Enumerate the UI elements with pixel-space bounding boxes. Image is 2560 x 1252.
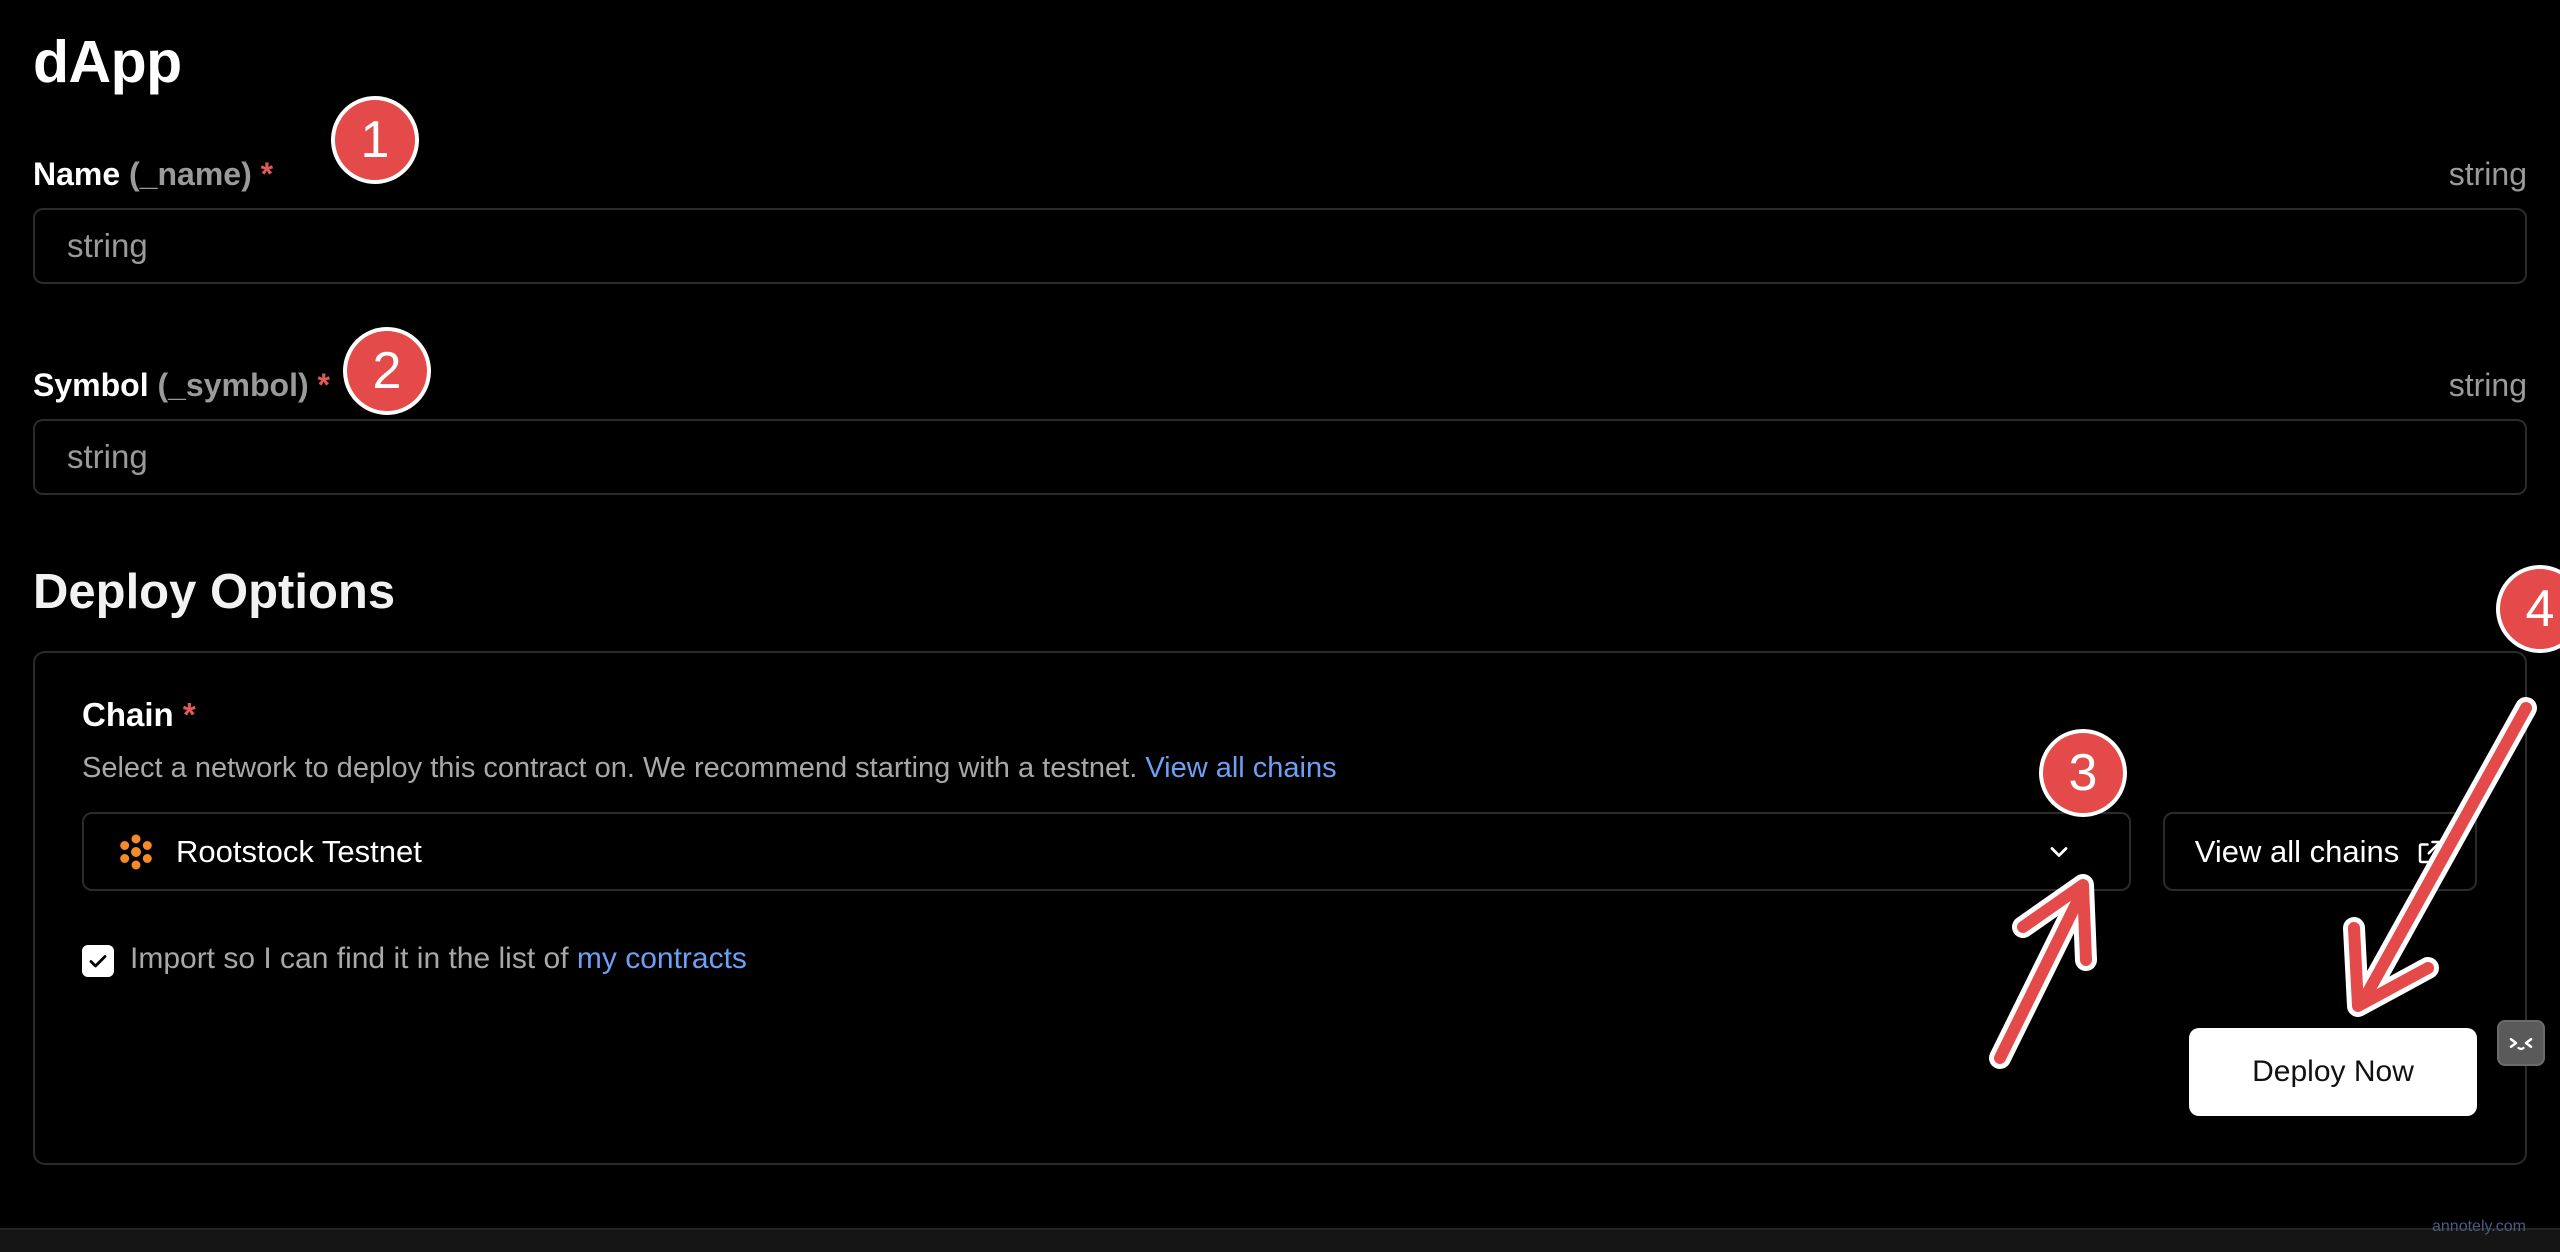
footer-bar <box>0 1228 2560 1252</box>
symbol-type-label: string <box>2448 367 2527 403</box>
widget-face-icon <box>2509 1038 2533 1051</box>
deploy-options-heading: Deploy Options <box>33 565 396 619</box>
watermark: annotely.com <box>2432 1218 2526 1235</box>
annotation-badge-3: 3 <box>2039 729 2127 817</box>
chain-description: Select a network to deploy this contract… <box>82 752 1337 785</box>
checkmark-icon <box>89 955 107 968</box>
symbol-field-label: Symbol (_symbol) * <box>33 367 330 404</box>
my-contracts-link[interactable]: my contracts <box>577 942 747 975</box>
chain-select[interactable]: Rootstock Testnet <box>82 812 2131 891</box>
chevron-down-icon[interactable] <box>2045 838 2073 866</box>
import-checkbox-label: Import so I can find it in the list of m… <box>130 942 747 976</box>
deploy-now-button[interactable]: Deploy Now <box>2189 1028 2477 1116</box>
selected-chain-name: Rootstock Testnet <box>176 833 422 869</box>
symbol-param-text: (_symbol) <box>157 367 309 403</box>
rootstock-icon <box>120 834 152 869</box>
deploy-options-card <box>33 651 2527 1165</box>
import-checkbox-text: Import so I can find it in the list of <box>130 942 569 975</box>
symbol-input[interactable] <box>33 419 2527 495</box>
view-all-chains-button-label: View all chains <box>2194 833 2400 869</box>
feedback-widget-icon[interactable] <box>2497 1020 2545 1066</box>
annotation-badge-2: 2 <box>343 327 431 415</box>
external-link-icon <box>2418 840 2442 863</box>
chain-description-text: Select a network to deploy this contract… <box>82 752 1138 784</box>
chain-label-text: Chain <box>82 696 174 733</box>
view-all-chains-link[interactable]: View all chains <box>1145 752 1336 784</box>
annotation-badge-1: 1 <box>331 96 419 184</box>
name-type-label: string <box>2448 156 2527 192</box>
name-param-text: (_name) <box>129 156 252 192</box>
name-label-text: Name <box>33 156 121 192</box>
symbol-required-mark: * <box>317 367 330 403</box>
page-title: dApp <box>33 29 182 95</box>
name-input[interactable] <box>33 208 2527 284</box>
view-all-chains-button[interactable]: View all chains <box>2163 812 2477 891</box>
chain-label: Chain * <box>82 696 196 734</box>
page: dApp Name (_name) * string Symbol (_symb… <box>0 0 2560 1252</box>
name-required-mark: * <box>260 156 274 192</box>
chain-required-mark: * <box>182 696 196 733</box>
annotation-badge-4: 4 <box>2496 565 2560 653</box>
import-checkbox[interactable] <box>82 945 114 977</box>
symbol-label-text: Symbol <box>33 367 149 403</box>
name-field-label: Name (_name) * <box>33 156 273 193</box>
